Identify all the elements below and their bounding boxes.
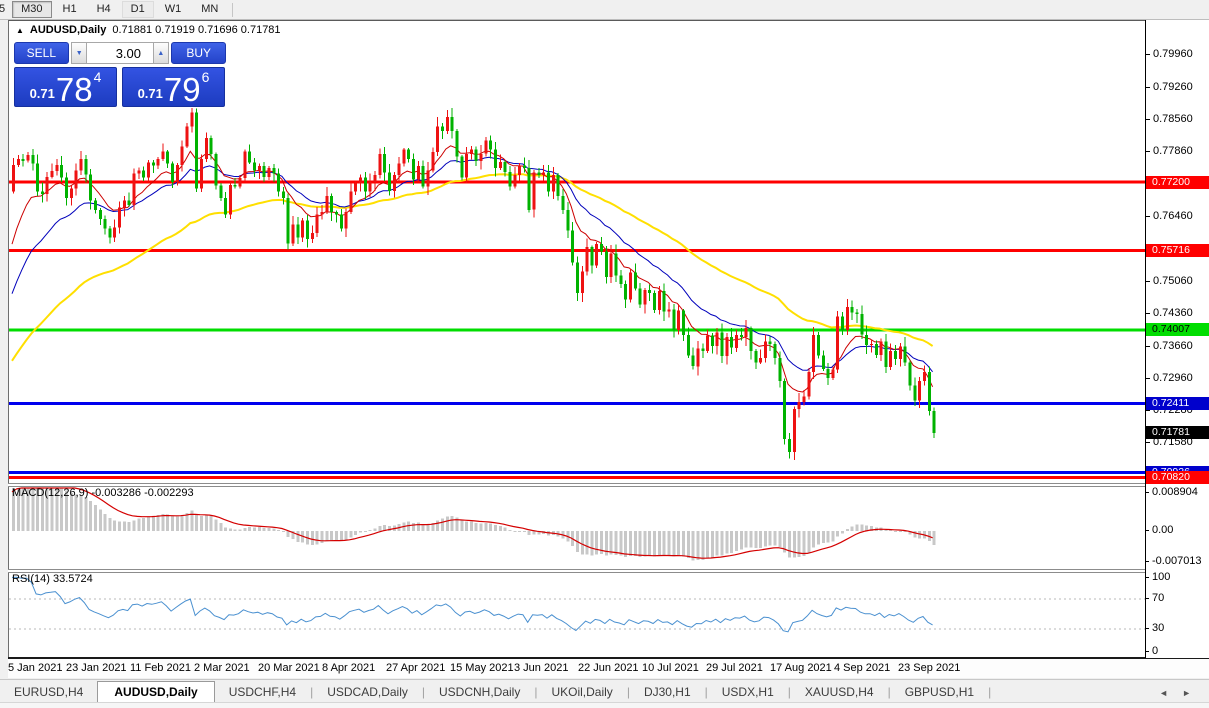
timeframe-button-m5[interactable]: 5 — [0, 1, 10, 18]
status-strip — [0, 702, 1209, 708]
buy-price-big: 79 — [163, 71, 201, 108]
tab-xauusd-h4[interactable]: XAUUSD,H4 — [791, 682, 888, 703]
date-axis[interactable]: 5 Jan 2021 23 Jan 2021 11 Feb 2021 2 Mar 20… — [8, 659, 1209, 678]
date-axis-label: 8 Apr 2021 — [322, 662, 376, 674]
sell-price-big: 78 — [55, 71, 93, 108]
volume-input[interactable] — [87, 42, 153, 64]
tab-gbpusd-h1[interactable]: GBPUSD,H1 — [891, 682, 988, 703]
volume-decrease-button[interactable]: ▼ — [71, 42, 87, 64]
date-axis-label: 23 Jan 2021 — [66, 662, 127, 674]
date-axis-label: 2 Mar 2021 — [194, 662, 250, 674]
rsi-axis-0: 0 — [1144, 645, 1159, 657]
price-level-badge: 0.74007 — [1146, 323, 1209, 336]
timeframe-button-d1[interactable]: D1 — [121, 1, 154, 18]
date-axis-label: 5 Jan 2021 — [8, 662, 63, 674]
date-axis-label: 17 Aug 2021 — [770, 662, 832, 674]
rsi-axis-100: 100 — [1144, 571, 1171, 583]
tab-eurusd-h4[interactable]: EURUSD,H4 — [0, 682, 97, 703]
tab-audusd-daily[interactable]: AUDUSD,Daily — [97, 681, 215, 704]
macd-label: MACD(12,26,9) -0.003286 -0.002293 — [12, 487, 194, 499]
buy-price-display[interactable]: 0.71 79 6 — [122, 67, 225, 107]
one-click-trading-panel: SELL ▼ ▲ BUY 0.71 78 4 0.71 79 6 — [14, 42, 226, 107]
date-axis-label: 27 Apr 2021 — [386, 662, 446, 674]
date-axis-label: 29 Jul 2021 — [706, 662, 763, 674]
price-tick-label: 0.74360 — [1146, 307, 1193, 319]
sell-price-prefix: 0.71 — [29, 86, 55, 101]
current-price-badge: 0.71781 — [1146, 426, 1209, 439]
date-axis-label: 3 Jun 2021 — [514, 662, 569, 674]
tabs-scroll-right-icon[interactable]: ► — [1182, 688, 1191, 698]
buy-button[interactable]: BUY — [171, 42, 226, 64]
macd-axis-zero: 0.00 — [1144, 524, 1174, 536]
chart-title: ▲ AUDUSD,Daily 0.71881 0.71919 0.71696 0… — [16, 24, 281, 36]
date-axis-label: 11 Feb 2021 — [130, 662, 191, 674]
buy-price-prefix: 0.71 — [137, 86, 163, 101]
price-tick-label: 0.79260 — [1146, 81, 1193, 93]
tab-ukoil-daily[interactable]: UKOil,Daily — [537, 682, 626, 703]
buy-price-pip: 6 — [201, 69, 210, 85]
price-level-badge: 0.72411 — [1146, 397, 1209, 410]
toolbar-separator — [232, 2, 234, 17]
chart-area[interactable] — [8, 20, 1209, 659]
sell-price-display[interactable]: 0.71 78 4 — [14, 67, 117, 107]
rsi-axis-70: 70 — [1144, 592, 1165, 604]
date-axis-label: 4 Sep 2021 — [834, 662, 891, 674]
chart-ohlc-values: 0.71881 0.71919 0.71696 0.71781 — [112, 24, 281, 36]
price-level-badge: 0.75716 — [1146, 244, 1209, 257]
date-axis-label: 23 Sep 2021 — [898, 662, 961, 674]
collapse-arrow-icon[interactable]: ▲ — [16, 26, 24, 35]
price-tick-label: 0.72960 — [1146, 372, 1193, 384]
date-axis-label: 20 Mar 2021 — [258, 662, 320, 674]
timeframe-toolbar: 5 M30 H1 H4 D1 W1 MN — [0, 0, 1209, 20]
timeframe-button-w1[interactable]: W1 — [156, 1, 191, 18]
rsi-label: RSI(14) 33.5724 — [12, 573, 93, 585]
volume-increase-button[interactable]: ▲ — [153, 42, 169, 64]
sell-price-pip: 4 — [93, 69, 102, 85]
date-axis-label: 15 May 2021 — [450, 662, 514, 674]
tab-usdcnh-daily[interactable]: USDCNH,Daily — [425, 682, 534, 703]
tab-usdchf-h4[interactable]: USDCHF,H4 — [215, 682, 310, 703]
tab-usdcad-daily[interactable]: USDCAD,Daily — [313, 682, 422, 703]
sell-button[interactable]: SELL — [14, 42, 69, 64]
tab-separator: | — [988, 685, 992, 699]
tab-dj30-h1[interactable]: DJ30,H1 — [630, 682, 705, 703]
date-axis-label: 10 Jul 2021 — [642, 662, 699, 674]
macd-axis-min: -0.007013 — [1145, 555, 1202, 567]
price-level-badge: 0.70820 — [1146, 471, 1209, 484]
tabs-scroll-left-icon[interactable]: ◄ — [1159, 688, 1168, 698]
timeframe-button-h1[interactable]: H1 — [54, 1, 86, 18]
price-tick-label: 0.75060 — [1146, 275, 1193, 287]
price-tick-label: 0.73660 — [1146, 340, 1193, 352]
date-axis-label: 22 Jun 2021 — [578, 662, 639, 674]
price-tick-label: 0.78560 — [1146, 113, 1193, 125]
chart-tab-bar: EURUSD,H4 AUDUSD,Daily USDCHF,H4 | USDCA… — [0, 679, 1209, 704]
macd-axis-max: 0.008904 — [1145, 486, 1198, 498]
pane-separator-rsi[interactable] — [8, 569, 1209, 573]
price-level-badge: 0.77200 — [1146, 176, 1209, 189]
timeframe-button-m30[interactable]: M30 — [12, 1, 52, 18]
rsi-axis-30: 30 — [1144, 622, 1165, 634]
timeframe-button-mn[interactable]: MN — [192, 1, 227, 18]
price-tick-label: 0.77860 — [1146, 145, 1193, 157]
chart-symbol: AUDUSD,Daily — [29, 24, 107, 36]
tab-usdx-h1[interactable]: USDX,H1 — [708, 682, 788, 703]
price-tick-label: 0.79960 — [1146, 48, 1193, 60]
timeframe-button-h4[interactable]: H4 — [88, 1, 120, 18]
price-tick-label: 0.76460 — [1146, 210, 1193, 222]
